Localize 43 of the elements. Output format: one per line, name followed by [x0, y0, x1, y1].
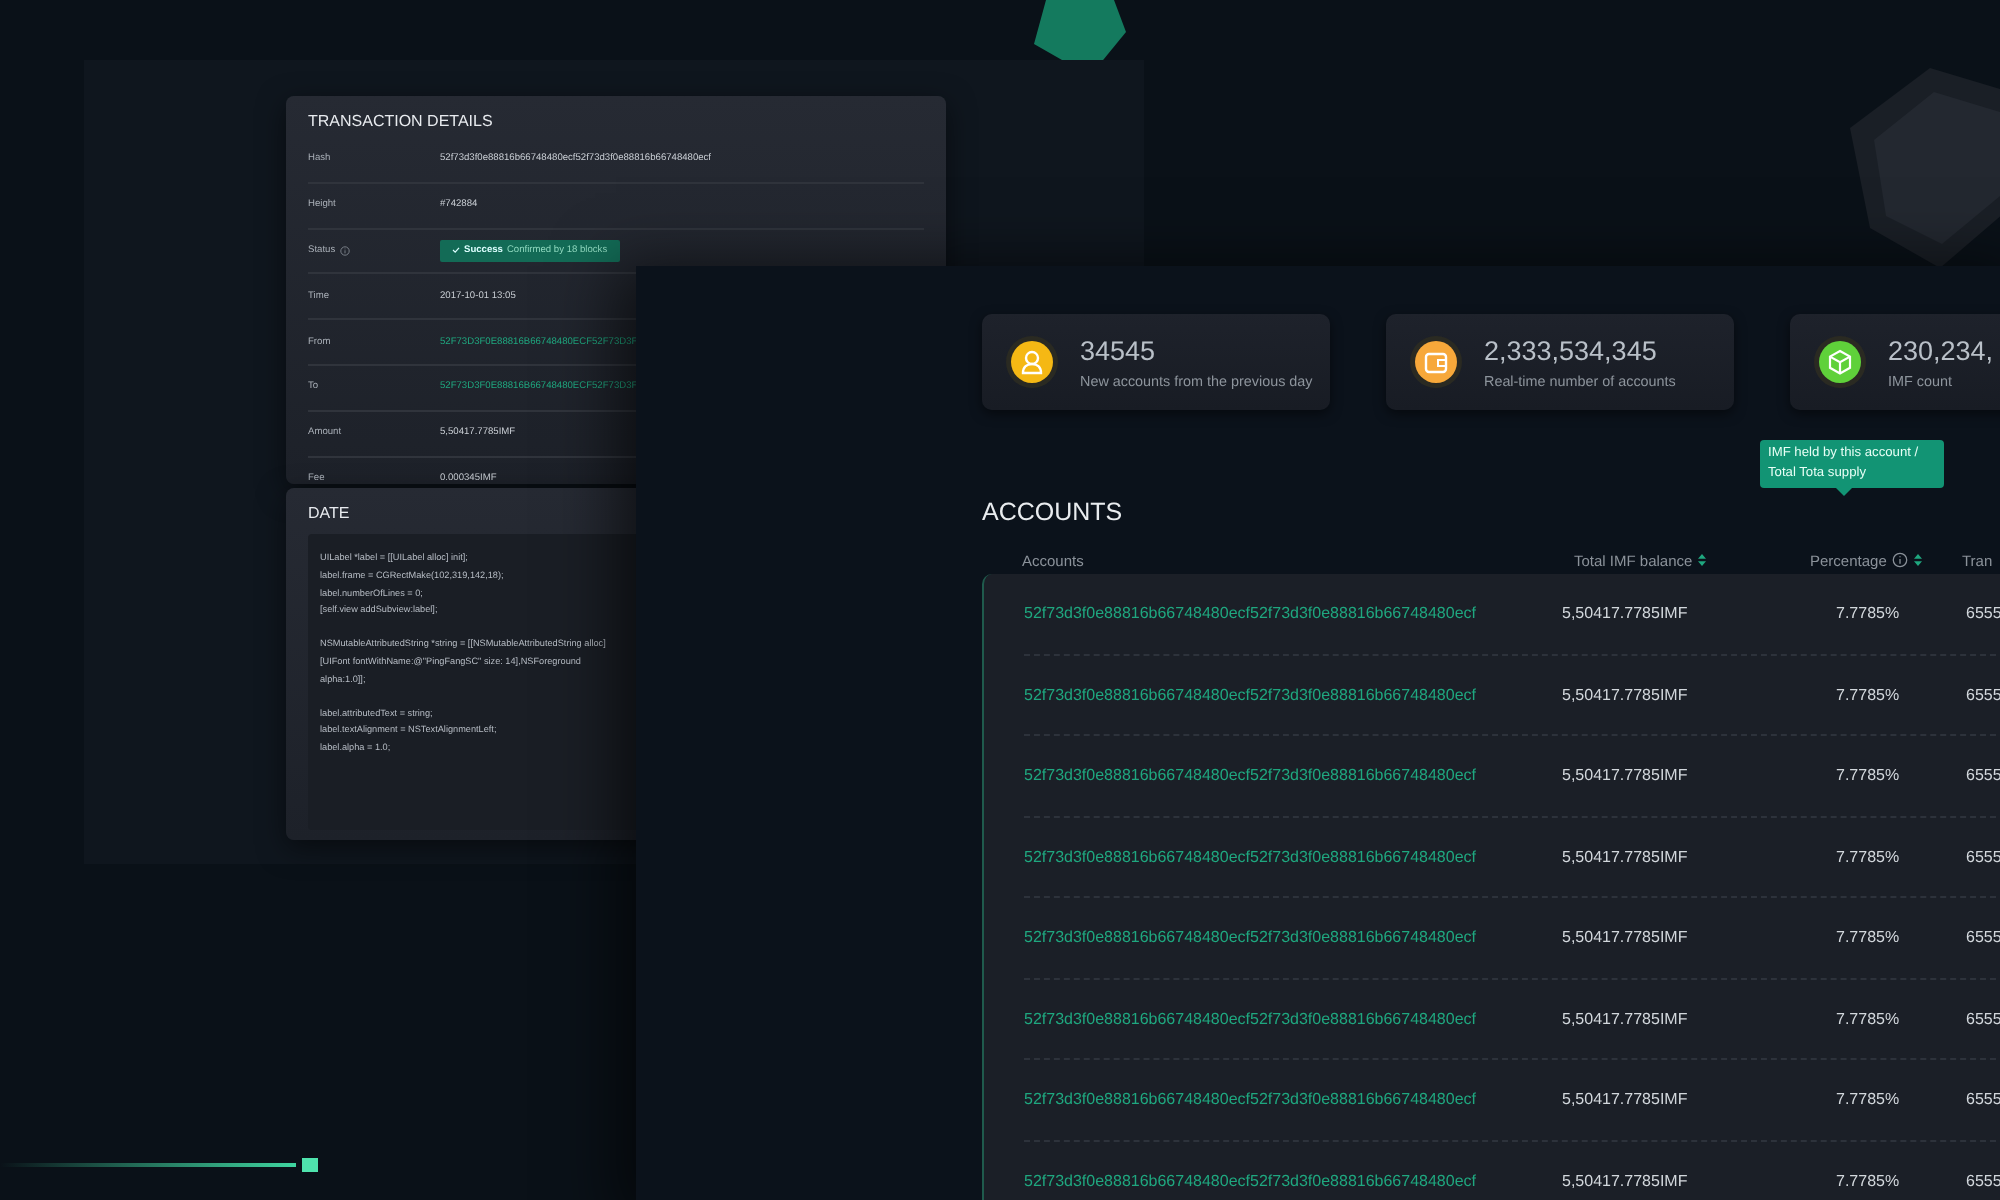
- table-cell-text: 5,50417.7785IMF: [1560, 847, 1690, 866]
- table-cell-text: 5,50417.7785IMF: [1560, 1009, 1690, 1028]
- info-icon[interactable]: [1892, 552, 1909, 568]
- table-cell-text: 6555: [1964, 766, 2000, 785]
- section-title: ACCOUNTS: [982, 498, 1125, 530]
- account-link[interactable]: 52f73d3f0e88816b66748480ecf52f73d3f0e88816b66748480ecf: [1024, 1090, 1544, 1109]
- check-icon: [452, 246, 460, 255]
- table-cell-text: 6555: [1964, 1009, 2000, 1028]
- table-cell-text: 7.7785%: [1834, 685, 1902, 704]
- table-cell-text: 5,50417.7785IMF: [1560, 1171, 1690, 1190]
- account-link[interactable]: 52f73d3f0e88816b66748480ecf52f73d3f0e88816b66748480ecf: [1024, 1009, 1544, 1028]
- account-link[interactable]: 52f73d3f0e88816b66748480ecf52f73d3f0e88816b66748480ecf: [1024, 847, 1544, 866]
- sort-icon[interactable]: [1698, 554, 1707, 566]
- table-cell-text: 7.7785%: [1834, 1171, 1902, 1190]
- table-cell-text: 7.7785%: [1834, 1009, 1902, 1028]
- table-cell-text: 6555: [1964, 1090, 2000, 1109]
- sort-icon[interactable]: [1914, 554, 1923, 566]
- table-cell-text: 6555: [1964, 928, 2000, 947]
- table-cell-text: 5,50417.7785IMF: [1560, 766, 1690, 785]
- table-cell-text: 7.7785%: [1834, 1090, 1902, 1109]
- info-icon[interactable]: [339, 245, 350, 256]
- stat-value: 34545: [1080, 335, 1158, 365]
- table-cell-text: 7.7785%: [1834, 928, 1902, 947]
- table-cell-text: 5,50417.7785IMF: [1560, 1090, 1690, 1109]
- account-link[interactable]: 52f73d3f0e88816b66748480ecf52f73d3f0e88816b66748480ecf: [1024, 928, 1544, 947]
- table-cell-text: 5,50417.7785IMF: [1560, 928, 1690, 947]
- table-cell-text: 5,50417.7785IMF: [1560, 604, 1690, 623]
- card-title: TRANSACTION DETAILS: [306, 110, 495, 134]
- card-title: DATE: [306, 502, 352, 526]
- account-link[interactable]: 52f73d3f0e88816b66748480ecf52f73d3f0e88816b66748480ecf: [1024, 1171, 1544, 1190]
- table-cell-text: 6555: [1964, 1171, 2000, 1190]
- stat-value: 230,234,: [1888, 335, 1994, 365]
- table-cell-text: 6555: [1964, 847, 2000, 866]
- stat-value: 2,333,534,345: [1484, 335, 1659, 365]
- table-cell-text: 6555: [1964, 685, 2000, 704]
- table-cell-text: 7.7785%: [1834, 847, 1902, 866]
- table-cell-text: 6555: [1964, 604, 2000, 623]
- account-link[interactable]: 52f73d3f0e88816b66748480ecf52f73d3f0e88816b66748480ecf: [1024, 604, 1544, 623]
- table-cell-text: 5,50417.7785IMF: [1560, 685, 1690, 704]
- account-link[interactable]: 52f73d3f0e88816b66748480ecf52f73d3f0e88816b66748480ecf: [1024, 685, 1544, 704]
- table-cell-text: 7.7785%: [1834, 766, 1902, 785]
- account-link[interactable]: 52f73d3f0e88816b66748480ecf52f73d3f0e88816b66748480ecf: [1024, 766, 1544, 785]
- table-cell-text: 7.7785%: [1834, 604, 1902, 623]
